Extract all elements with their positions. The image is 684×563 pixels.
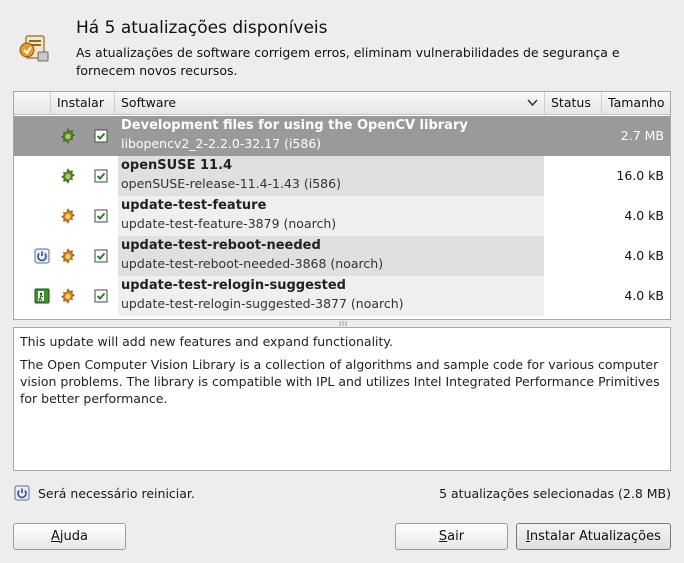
- page-subtitle: As atualizações de software corrigem err…: [76, 45, 620, 78]
- chevron-down-icon: [527, 99, 538, 107]
- table-row[interactable]: update-test-relogin-suggested update-tes…: [14, 276, 670, 316]
- package-name: update-test-reboot-needed: [121, 238, 321, 253]
- package-size: 4.0 kB: [624, 208, 664, 223]
- install-checkbox[interactable]: [93, 288, 109, 304]
- column-header-status[interactable]: Status: [544, 92, 601, 114]
- package-name: update-test-feature: [121, 198, 267, 213]
- install-checkbox[interactable]: [93, 128, 109, 144]
- selection-summary: 5 atualizações selecionadas (2.8 MB): [439, 486, 671, 501]
- description-details: The Open Computer Vision Library is a co…: [20, 357, 660, 406]
- package-name: update-test-relogin-suggested: [121, 278, 346, 293]
- package-size: 16.0 kB: [616, 168, 664, 183]
- package-version: openSUSE-release-11.4-1.43 (i586): [121, 176, 341, 191]
- recommended-icon: [61, 168, 75, 184]
- package-size: 4.0 kB: [624, 288, 664, 303]
- install-button-label: nstalar Atualizações: [529, 529, 661, 544]
- install-checkbox[interactable]: [93, 168, 109, 184]
- install-updates-button[interactable]: Instalar Atualizações: [516, 523, 671, 550]
- feature-icon: [61, 288, 75, 304]
- install-checkbox[interactable]: [93, 208, 109, 224]
- package-size: 4.0 kB: [624, 248, 664, 263]
- help-button-label: juda: [59, 529, 88, 544]
- table-header: Instalar Software Status Tamanho: [14, 92, 670, 115]
- column-header-size[interactable]: Tamanho: [601, 92, 670, 114]
- package-version: update-test-relogin-suggested-3877 (noar…: [121, 296, 404, 311]
- restart-icon: [34, 248, 50, 264]
- page-title: Há 5 atualizações disponíveis: [76, 18, 328, 38]
- install-checkbox[interactable]: [93, 248, 109, 264]
- help-button[interactable]: Ajuda: [13, 523, 126, 550]
- column-header-software-label: Software: [121, 95, 177, 110]
- help-button-mnemonic: A: [51, 529, 60, 544]
- package-name: openSUSE 11.4: [121, 158, 233, 173]
- restart-icon: [14, 485, 30, 501]
- quit-button[interactable]: Sair: [395, 523, 508, 550]
- package-name: Development files for using the OpenCV l…: [121, 118, 468, 133]
- updates-table[interactable]: Instalar Software Status Tamanho Develop…: [13, 91, 671, 320]
- package-version: libopencv2_2-2.2.0-32.17 (i586): [121, 136, 322, 151]
- update-description: This update will add new features and ex…: [13, 327, 671, 471]
- package-version: update-test-reboot-needed-3868 (noarch): [121, 256, 384, 271]
- table-row[interactable]: update-test-reboot-needed update-test-re…: [14, 236, 670, 276]
- restart-notice: Será necessário reiniciar.: [38, 486, 195, 501]
- feature-icon: [61, 248, 75, 264]
- feature-icon: [61, 208, 75, 224]
- recommended-icon: [61, 128, 75, 144]
- column-header-software[interactable]: Software: [114, 92, 544, 114]
- description-summary: This update will add new features and ex…: [20, 334, 394, 349]
- table-row[interactable]: openSUSE 11.4 openSUSE-release-11.4-1.43…: [14, 156, 670, 196]
- package-size: 2.7 MB: [620, 128, 664, 143]
- logout-icon: [34, 288, 50, 304]
- table-row[interactable]: update-test-feature update-test-feature-…: [14, 196, 670, 236]
- table-row[interactable]: Development files for using the OpenCV l…: [14, 116, 670, 156]
- quit-button-mnemonic: S: [438, 529, 448, 544]
- package-version: update-test-feature-3879 (noarch): [121, 216, 337, 231]
- column-header-extra[interactable]: [14, 92, 50, 114]
- pane-splitter-handle[interactable]: [338, 321, 348, 326]
- column-header-install[interactable]: Instalar: [50, 92, 114, 114]
- quit-button-label: air: [447, 529, 465, 544]
- software-update-icon: [19, 35, 49, 62]
